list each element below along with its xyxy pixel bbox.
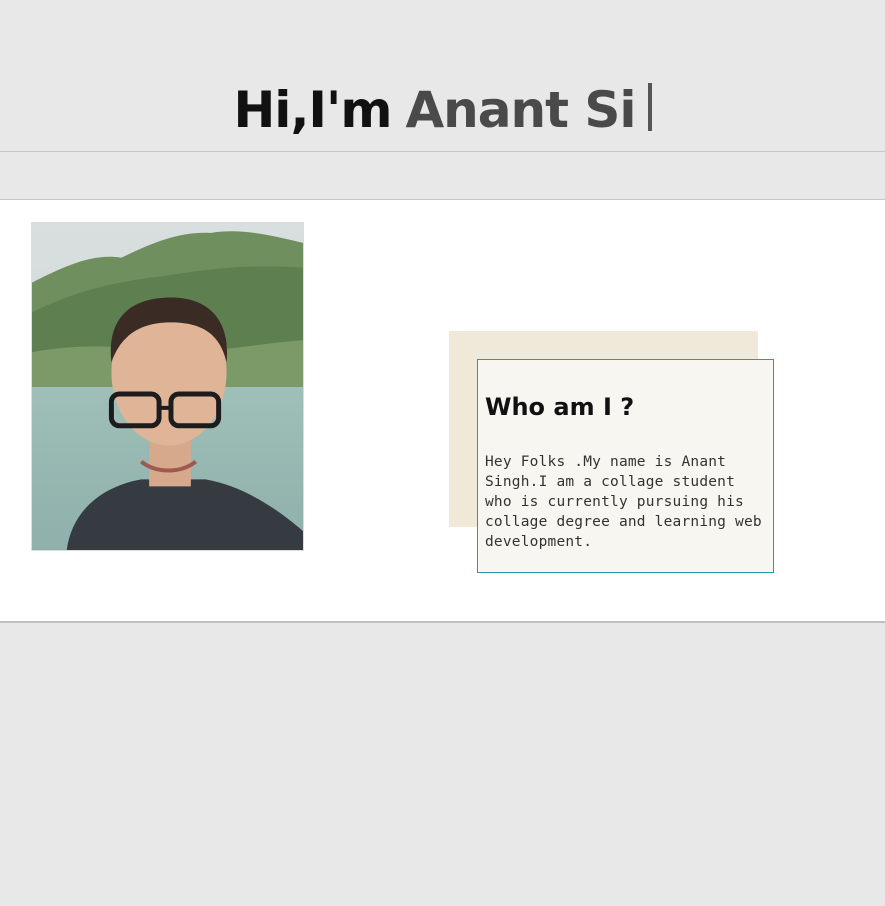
typing-cursor: [647, 82, 652, 131]
about-card: Who am I ? Hey Folks .My name is Anant S…: [477, 359, 774, 573]
profile-photo: [31, 222, 304, 551]
hero-header: Hi,I'm Anant Si: [0, 0, 885, 152]
navigation-band: [0, 152, 885, 200]
hero-typed-name: Anant Si: [405, 80, 636, 139]
hero-title: Hi,I'm Anant Si: [0, 80, 885, 140]
about-heading: Who am I ?: [485, 393, 635, 421]
hero-greeting: Hi,I'm: [233, 80, 392, 139]
profile-photo-image: [32, 223, 303, 550]
about-description: Hey Folks .My name is Anant Singh.I am a…: [485, 454, 762, 550]
about-section: Who am I ? Hey Folks .My name is Anant S…: [0, 200, 885, 623]
